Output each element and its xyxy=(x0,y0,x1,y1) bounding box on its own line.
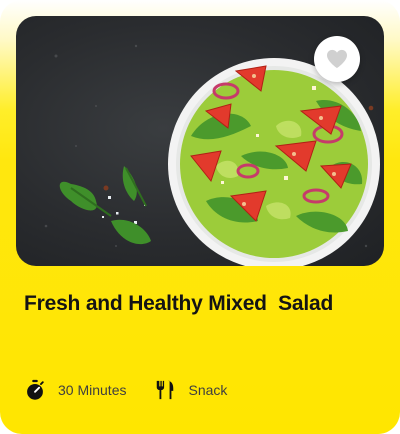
category-label: Snack xyxy=(188,382,228,398)
timer-icon xyxy=(24,379,46,401)
fork-knife-icon xyxy=(154,379,176,401)
category-info: Snack xyxy=(154,379,227,401)
recipe-image xyxy=(16,16,384,266)
duration-label: 30 Minutes xyxy=(58,382,127,398)
duration-info: 30 Minutes xyxy=(24,379,126,401)
recipe-title: Fresh and Healthy Mixed Salad xyxy=(24,292,334,315)
favorite-button[interactable] xyxy=(314,36,360,82)
heart-icon xyxy=(327,49,347,69)
recipe-card[interactable]: Fresh and Healthy Mixed Salad 30 Minutes xyxy=(0,0,400,434)
recipe-meta: 30 Minutes Snack xyxy=(24,376,227,404)
